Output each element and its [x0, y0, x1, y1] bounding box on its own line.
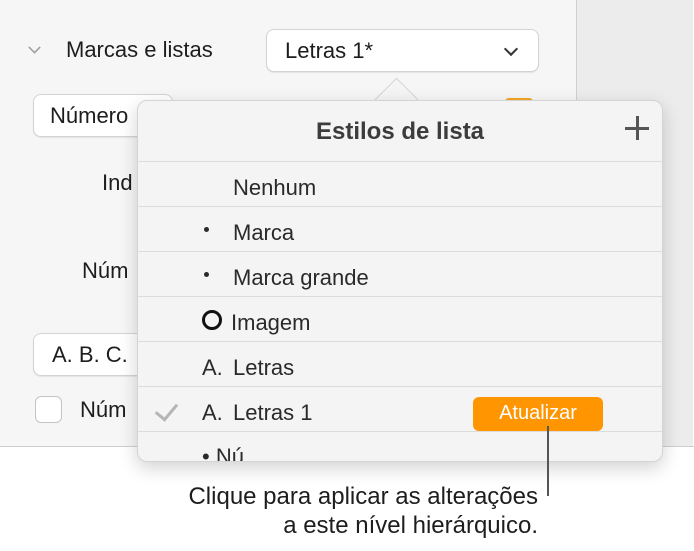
- add-style-icon[interactable]: [624, 115, 650, 141]
- indent-label: Ind: [102, 170, 133, 195]
- list-item-label: Letras 1: [233, 400, 313, 425]
- number-checkbox-label: Núm: [80, 397, 127, 422]
- list-item-bullet[interactable]: Marca: [138, 206, 662, 251]
- checkmark-icon: [154, 397, 179, 422]
- list-item-big-bullet[interactable]: Marca grande: [138, 251, 662, 296]
- update-button[interactable]: Atualizar: [473, 397, 603, 431]
- list-item-prefix: A.: [202, 400, 223, 425]
- list-item-numbers[interactable]: • Nú: [138, 431, 662, 462]
- section-title: Marcas e listas: [66, 37, 213, 62]
- callout-text-line-1: Clique para aplicar as alterações: [188, 483, 538, 510]
- list-styles-list: Nenhum Marca Marca grande Imagem A. Letr…: [138, 161, 662, 462]
- list-styles-popover: Estilos de lista Nenhum Marca Marca gran…: [137, 100, 663, 462]
- disclosure-chevron-icon[interactable]: [28, 41, 41, 54]
- list-item-letters[interactable]: A. Letras: [138, 341, 662, 386]
- callout-text-line-2: a este nível hierárquico.: [283, 512, 538, 539]
- callout-line: [547, 426, 549, 496]
- list-item-label: Marca: [233, 220, 295, 245]
- list-item-none[interactable]: Nenhum: [138, 161, 662, 206]
- popover-title: Estilos de lista: [315, 118, 485, 145]
- bullet-icon: [204, 272, 209, 277]
- list-style-value: Letras 1*: [285, 38, 374, 63]
- list-style-popup[interactable]: Letras 1*: [266, 29, 539, 72]
- list-item-label: Imagem: [231, 310, 311, 335]
- list-item-label: Letras: [233, 355, 295, 380]
- number-format-value: A. B. C.: [52, 342, 128, 367]
- list-item-label: • Nú: [202, 444, 244, 462]
- list-item-label: Nenhum: [233, 175, 317, 200]
- popover-header: Estilos de lista: [138, 101, 662, 161]
- number-label: Núm: [82, 258, 129, 283]
- list-item-letters-1[interactable]: A. Letras 1 Atualizar: [138, 386, 662, 431]
- list-type-value: Número: [50, 103, 129, 128]
- chevron-down-icon: [503, 41, 519, 57]
- ring-bullet-icon: [202, 310, 222, 330]
- list-item-label: Marca grande: [233, 265, 369, 290]
- number-checkbox[interactable]: [35, 396, 62, 423]
- bullet-icon: [204, 227, 209, 232]
- list-item-prefix: A.: [202, 355, 223, 380]
- list-item-image[interactable]: Imagem: [138, 296, 662, 341]
